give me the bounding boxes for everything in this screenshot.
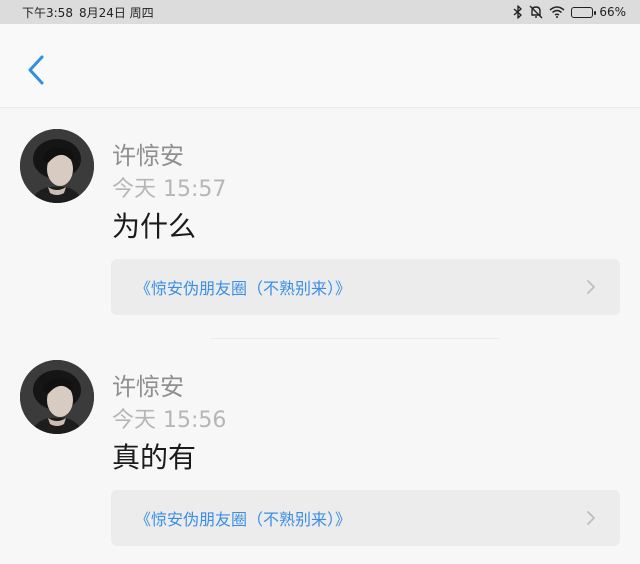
link-card[interactable]: 《惊安伪朋友圈（不熟别来）》: [111, 490, 620, 546]
chevron-right-icon: [587, 511, 595, 525]
chevron-left-icon: [28, 55, 44, 85]
message-content: 真的有: [112, 441, 197, 474]
author-name: 许惊安: [112, 142, 184, 170]
status-bar: 下午3:58 8月24日 周四 66%: [0, 0, 640, 24]
status-time: 下午3:58: [22, 5, 73, 20]
message-content: 为什么: [112, 210, 197, 243]
mute-icon: [529, 5, 543, 19]
link-title: 《惊安伪朋友圈（不熟别来）》: [135, 279, 352, 298]
link-card[interactable]: 《惊安伪朋友圈（不熟别来）》: [111, 259, 620, 315]
link-title: 《惊安伪朋友圈（不熟别来）》: [135, 510, 352, 529]
message-time: 今天 15:56: [112, 408, 227, 433]
bluetooth-icon: [513, 5, 523, 19]
author-name: 许惊安: [112, 373, 184, 401]
status-left: 下午3:58 8月24日 周四: [22, 4, 154, 21]
status-right: 66%: [513, 5, 626, 19]
avatar[interactable]: [20, 360, 94, 434]
chevron-right-icon: [587, 280, 595, 294]
nav-bar: [0, 24, 640, 108]
status-date: 8月24日 周四: [78, 5, 154, 20]
avatar-image: [20, 360, 94, 434]
divider: [210, 338, 500, 339]
avatar[interactable]: [20, 129, 94, 203]
battery-percent: 66%: [599, 5, 626, 19]
back-button[interactable]: [18, 50, 54, 90]
wifi-icon: [549, 6, 565, 18]
avatar-image: [20, 129, 94, 203]
message-time: 今天 15:57: [112, 177, 227, 202]
battery-icon: [571, 6, 597, 18]
